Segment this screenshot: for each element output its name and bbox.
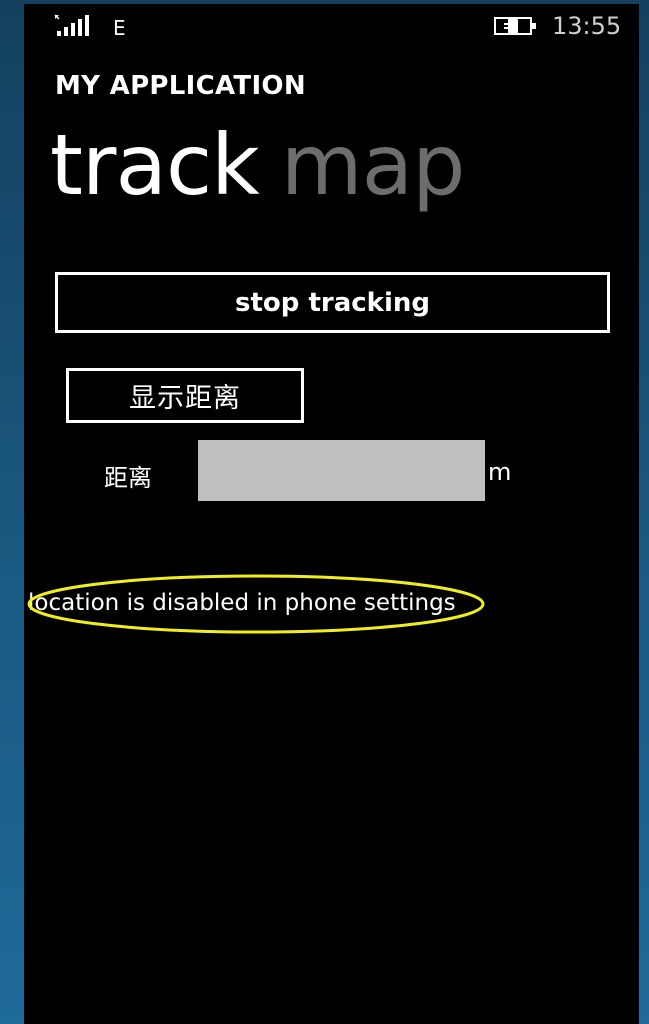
distance-label: 距离 <box>104 464 152 492</box>
network-type-indicator: E <box>113 16 126 40</box>
pivot-headers: track map <box>50 116 466 214</box>
battery-charging-icon <box>494 17 536 35</box>
pivot-tab-map[interactable]: map <box>281 116 466 214</box>
pivot-tab-track[interactable]: track <box>50 116 260 214</box>
distance-unit-label: m <box>488 458 512 486</box>
phone-screen: E 13:55 MY APPLICATION track map stop tra… <box>24 4 639 1024</box>
location-status-message: location is disabled in phone settings <box>28 590 456 616</box>
show-distance-button[interactable]: 显示距离 <box>66 368 304 423</box>
distance-field[interactable] <box>198 440 485 501</box>
clock: 13:55 <box>552 12 622 40</box>
app-title: MY APPLICATION <box>55 71 306 101</box>
status-bar: E 13:55 <box>24 4 639 48</box>
signal-strength-icon <box>54 14 89 36</box>
stop-tracking-button[interactable]: stop tracking <box>55 272 610 333</box>
